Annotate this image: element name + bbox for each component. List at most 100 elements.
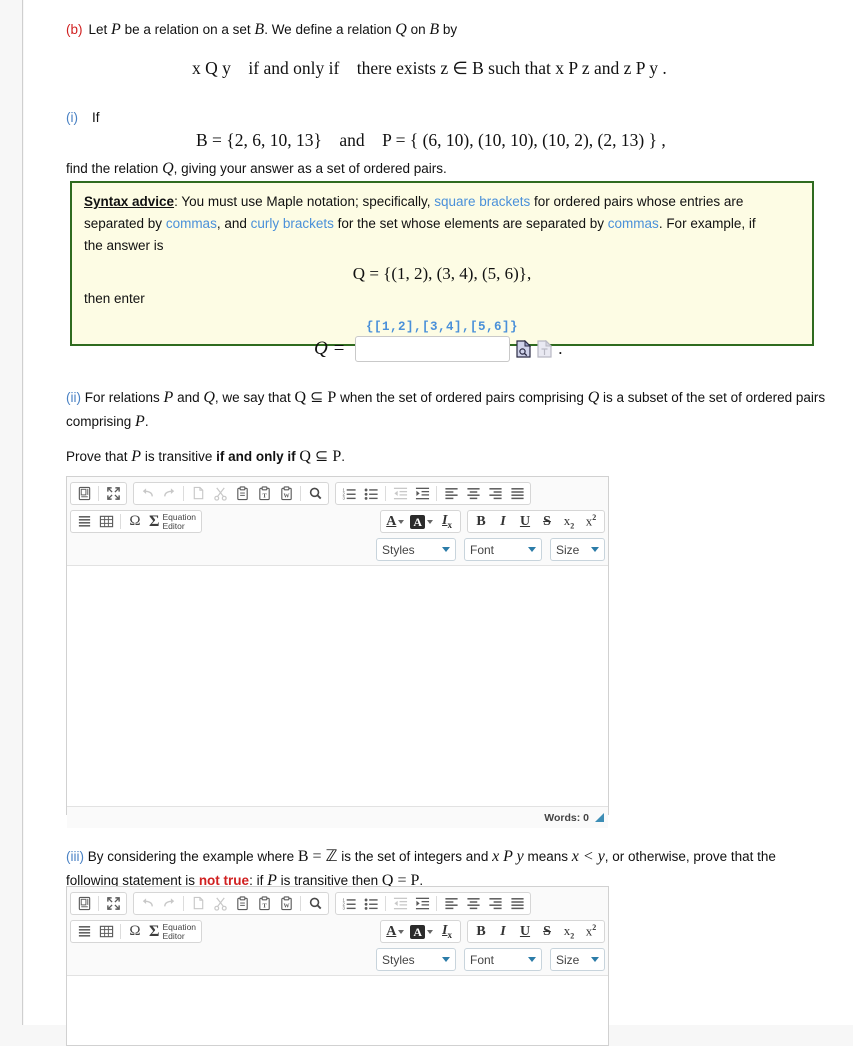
blockquote-icon[interactable] bbox=[73, 921, 95, 942]
justify-icon[interactable] bbox=[506, 893, 528, 914]
undo-icon[interactable] bbox=[136, 893, 158, 914]
editor-2-toolbar-row-3: Styles Font Size bbox=[70, 947, 605, 972]
paste-text-icon[interactable]: T bbox=[253, 893, 275, 914]
strikethrough-icon[interactable]: S bbox=[536, 511, 558, 532]
toolbar-separator bbox=[98, 486, 99, 501]
subscript-icon[interactable]: x2 bbox=[558, 921, 580, 942]
toolbar-separator bbox=[385, 486, 386, 501]
table-icon[interactable] bbox=[95, 511, 117, 532]
paste-icon[interactable] bbox=[231, 483, 253, 504]
outdent-icon[interactable] bbox=[389, 483, 411, 504]
redo-icon[interactable] bbox=[158, 483, 180, 504]
italic-icon[interactable]: I bbox=[492, 921, 514, 942]
numbered-list-icon[interactable]: 123 bbox=[338, 483, 360, 504]
background-color-icon[interactable]: A bbox=[407, 511, 436, 532]
copy-icon[interactable] bbox=[187, 893, 209, 914]
find-icon[interactable] bbox=[304, 483, 326, 504]
chevron-down-icon bbox=[591, 957, 600, 962]
special-char-icon[interactable]: Ω bbox=[124, 921, 146, 942]
size-dropdown-label: Size bbox=[556, 952, 580, 967]
part-b-text-5: by bbox=[439, 22, 458, 37]
advice-text-2c: for the set whose elements are separated… bbox=[333, 215, 608, 231]
align-right-icon[interactable] bbox=[484, 483, 506, 504]
cut-icon[interactable] bbox=[209, 893, 231, 914]
align-center-icon[interactable] bbox=[462, 483, 484, 504]
editor-1-toolbar-row-3: Styles Font Size bbox=[70, 537, 605, 562]
copy-icon[interactable] bbox=[187, 483, 209, 504]
part-b-text-3: . We define a relation bbox=[264, 22, 396, 37]
toolbar-separator bbox=[183, 896, 184, 911]
symbol-Q-find: Q bbox=[162, 160, 174, 177]
background-color-icon[interactable]: A bbox=[407, 921, 436, 942]
part-ii-text-4: when the set of ordered pairs comprising bbox=[336, 390, 588, 405]
justify-icon[interactable] bbox=[506, 483, 528, 504]
text-color-icon[interactable]: A bbox=[383, 511, 407, 532]
answer-q-label: Q = bbox=[314, 338, 346, 359]
source-icon[interactable] bbox=[73, 483, 95, 504]
bold-icon[interactable]: B bbox=[470, 921, 492, 942]
indent-icon[interactable] bbox=[411, 893, 433, 914]
special-char-icon[interactable]: Ω bbox=[124, 511, 146, 532]
bold-icon[interactable]: B bbox=[470, 511, 492, 532]
editor-2-content-area[interactable] bbox=[67, 976, 608, 1038]
superscript-icon[interactable]: x2 bbox=[580, 511, 602, 532]
toolbar-separator bbox=[98, 896, 99, 911]
answer-input[interactable] bbox=[355, 336, 511, 362]
underline-icon[interactable]: U bbox=[514, 511, 536, 532]
table-icon[interactable] bbox=[95, 921, 117, 942]
part-ii-text-2: and bbox=[173, 390, 204, 405]
paste-text-icon[interactable]: T bbox=[253, 483, 275, 504]
underline-icon[interactable]: U bbox=[514, 921, 536, 942]
strikethrough-icon[interactable]: S bbox=[536, 921, 558, 942]
size-dropdown[interactable]: Size bbox=[550, 538, 605, 561]
font-dropdown-label: Font bbox=[470, 542, 495, 557]
align-left-icon[interactable] bbox=[440, 483, 462, 504]
part-i-text: If bbox=[92, 110, 100, 125]
font-dropdown[interactable]: Font bbox=[464, 948, 542, 971]
paste-word-icon[interactable]: W bbox=[275, 483, 297, 504]
numbered-list-icon[interactable]: 123 bbox=[338, 893, 360, 914]
maximize-icon[interactable] bbox=[102, 483, 124, 504]
resize-grip[interactable] bbox=[595, 813, 604, 822]
equation-editor-button[interactable]: Σ Equation Editor bbox=[146, 512, 199, 531]
align-right-icon[interactable] bbox=[484, 893, 506, 914]
outdent-icon[interactable] bbox=[389, 893, 411, 914]
toolbar-separator bbox=[120, 924, 121, 939]
font-dropdown-label: Font bbox=[470, 952, 495, 967]
find-icon[interactable] bbox=[304, 893, 326, 914]
part-iii-text-4: , or otherwise, prove bbox=[604, 849, 728, 864]
maximize-icon[interactable] bbox=[102, 893, 124, 914]
indent-icon[interactable] bbox=[411, 483, 433, 504]
size-dropdown[interactable]: Size bbox=[550, 948, 605, 971]
styles-dropdown[interactable]: Styles bbox=[376, 948, 456, 971]
advice-line-3: the answer is bbox=[84, 237, 164, 253]
document-preview-icon[interactable] bbox=[516, 340, 532, 358]
font-dropdown[interactable]: Font bbox=[464, 538, 542, 561]
source-icon[interactable] bbox=[73, 893, 95, 914]
align-left-icon[interactable] bbox=[440, 893, 462, 914]
styles-dropdown[interactable]: Styles bbox=[376, 538, 456, 561]
cut-icon[interactable] bbox=[209, 483, 231, 504]
document-disabled-icon bbox=[537, 340, 553, 358]
italic-icon[interactable]: I bbox=[492, 511, 514, 532]
redo-icon[interactable] bbox=[158, 893, 180, 914]
undo-icon[interactable] bbox=[136, 483, 158, 504]
paste-icon[interactable] bbox=[231, 893, 253, 914]
paste-word-icon[interactable]: W bbox=[275, 893, 297, 914]
bulleted-list-icon[interactable] bbox=[360, 893, 382, 914]
prove-subset-expr: Q ⊆ P bbox=[299, 448, 342, 465]
blockquote-icon[interactable] bbox=[73, 511, 95, 532]
text-color-icon[interactable]: A bbox=[383, 921, 407, 942]
subscript-glyph: x2 bbox=[563, 922, 575, 941]
toolbar-group-insert: Ω Σ Equation Editor bbox=[70, 510, 203, 533]
remove-format-icon[interactable]: Ix bbox=[436, 921, 458, 942]
editor-1-content-area[interactable] bbox=[67, 566, 608, 806]
bulleted-list-icon[interactable] bbox=[360, 483, 382, 504]
svg-text:3: 3 bbox=[342, 496, 345, 501]
subscript-icon[interactable]: x2 bbox=[558, 511, 580, 532]
remove-format-icon[interactable]: Ix bbox=[436, 511, 458, 532]
superscript-icon[interactable]: x2 bbox=[580, 921, 602, 942]
align-center-icon[interactable] bbox=[462, 893, 484, 914]
equation-editor-button[interactable]: Σ Equation Editor bbox=[146, 922, 199, 941]
toolbar-group-clipboard: T W bbox=[133, 892, 329, 915]
